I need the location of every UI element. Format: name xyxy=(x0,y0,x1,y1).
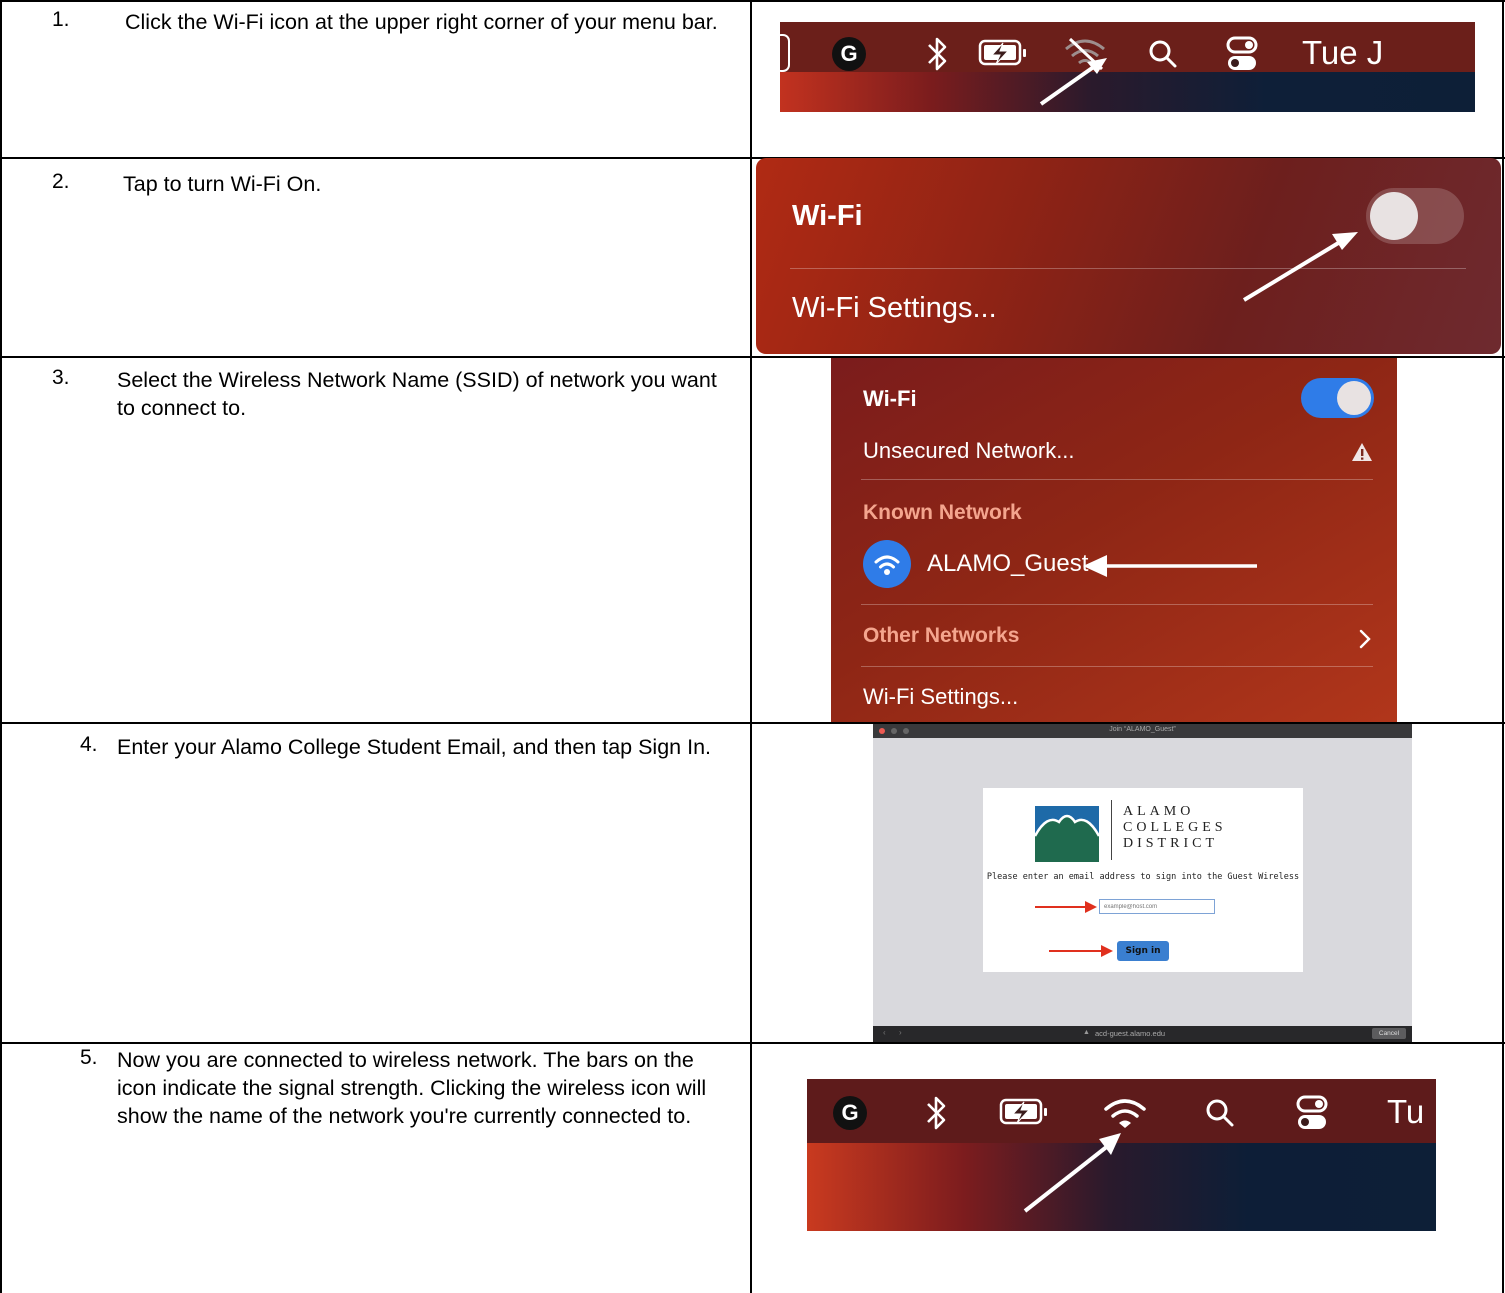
lock-icon: ▲ xyxy=(1083,1029,1090,1036)
unsecured-network-item[interactable]: Unsecured Network... xyxy=(863,438,1075,464)
window-bottombar: ‹ › ▲ acd-guest.alamo.edu Cancel xyxy=(873,1026,1412,1042)
wifi-settings-item[interactable]: Wi-Fi Settings... xyxy=(792,292,997,325)
cancel-button[interactable]: Cancel xyxy=(1372,1028,1406,1039)
wifi-toggle[interactable] xyxy=(1301,378,1374,418)
portal-card: ALAMO COLLEGES DISTRICT Please enter an … xyxy=(983,788,1303,972)
menubar-screenshot-wifi-on: G Tu xyxy=(807,1079,1436,1231)
window-title: Join “ALAMO_Guest” xyxy=(1109,726,1176,733)
step-number: 3. xyxy=(52,366,70,389)
search-icon[interactable] xyxy=(1147,38,1179,70)
search-icon[interactable] xyxy=(1204,1097,1236,1129)
table-column-divider xyxy=(750,0,752,1293)
partial-icon xyxy=(780,34,790,72)
pointer-arrow xyxy=(1049,945,1113,957)
forward-icon[interactable]: › xyxy=(899,1028,902,1037)
logo-text-line: COLLEGES xyxy=(1123,820,1227,835)
captive-portal-window: Join “ALAMO_Guest” ALAMO COLLEGES DISTRI… xyxy=(873,724,1412,1042)
toggle-knob xyxy=(1370,192,1418,240)
window-titlebar: Join “ALAMO_Guest” xyxy=(873,724,1412,738)
separator xyxy=(861,479,1373,480)
bluetooth-icon[interactable] xyxy=(925,34,951,74)
step-number: 2. xyxy=(52,170,70,193)
warning-icon xyxy=(1352,443,1372,461)
separator xyxy=(861,666,1373,667)
url-label: acd-guest.alamo.edu xyxy=(1095,1029,1166,1038)
menubar-screenshot-wifi-off: G Tue J xyxy=(780,22,1475,112)
wifi-connected-icon[interactable] xyxy=(1102,1097,1148,1129)
other-networks-header[interactable]: Other Networks xyxy=(863,624,1019,648)
step-text: Enter your Alamo College Student Email, … xyxy=(117,735,712,759)
wifi-label: Wi-Fi xyxy=(792,200,863,232)
pointer-arrow xyxy=(1083,555,1257,577)
table-border-top xyxy=(0,0,1505,2)
wifi-panel-off: Wi-Fi Wi-Fi Settings... xyxy=(756,158,1501,354)
step-number: 5. xyxy=(80,1046,98,1069)
step-text: Click the Wi-Fi icon at the upper right … xyxy=(125,10,718,34)
back-icon[interactable]: ‹ xyxy=(883,1028,886,1037)
step-number: 1. xyxy=(52,8,70,31)
control-center-icon[interactable] xyxy=(1295,1093,1329,1133)
wifi-toggle[interactable] xyxy=(1366,188,1464,244)
portal-prompt: Please enter an email address to sign in… xyxy=(986,872,1300,882)
logo-text-line: ALAMO xyxy=(1123,804,1195,819)
step-text: Now you are connected to wireless networ… xyxy=(117,1048,707,1128)
google-g-icon[interactable]: G xyxy=(833,1096,867,1130)
email-input[interactable] xyxy=(1099,899,1215,914)
step-text: Select the Wireless Network Name (SSID) … xyxy=(117,368,717,420)
logo-text-line: DISTRICT xyxy=(1123,836,1218,851)
battery-charging-icon[interactable] xyxy=(978,38,1030,68)
pointer-arrow xyxy=(1242,232,1358,302)
network-item-alamo-guest[interactable]: ALAMO_Guest xyxy=(927,550,1088,578)
step-text: Tap to turn Wi-Fi On. xyxy=(123,172,322,196)
sign-in-button[interactable]: Sign in xyxy=(1117,941,1169,961)
battery-charging-icon[interactable] xyxy=(999,1097,1051,1127)
wifi-label: Wi-Fi xyxy=(863,386,917,411)
menubar-date: Tue J xyxy=(1302,34,1384,71)
control-center-icon[interactable] xyxy=(1225,34,1259,74)
known-network-header: Known Network xyxy=(863,501,1022,524)
bluetooth-icon[interactable] xyxy=(924,1093,950,1133)
table-border-left xyxy=(0,0,2,1293)
wifi-settings-item[interactable]: Wi-Fi Settings... xyxy=(863,684,1018,710)
wifi-panel-on: Wi-Fi Unsecured Network... Known Network… xyxy=(831,358,1397,722)
row-divider-4 xyxy=(0,1042,1505,1044)
toggle-knob xyxy=(1337,381,1371,415)
pointer-arrow xyxy=(1039,58,1107,106)
pointer-arrow xyxy=(1023,1133,1121,1213)
table-border-right xyxy=(1502,0,1504,1293)
logo-divider xyxy=(1111,800,1112,860)
google-g-icon[interactable]: G xyxy=(832,37,866,71)
wifi-connected-icon xyxy=(863,540,911,588)
menubar-date: Tu xyxy=(1387,1093,1425,1130)
separator xyxy=(861,604,1373,605)
step-number: 4. xyxy=(80,733,98,756)
chevron-right-icon[interactable] xyxy=(1357,628,1373,650)
alamo-logo xyxy=(1035,806,1099,862)
pointer-arrow xyxy=(1035,901,1097,913)
